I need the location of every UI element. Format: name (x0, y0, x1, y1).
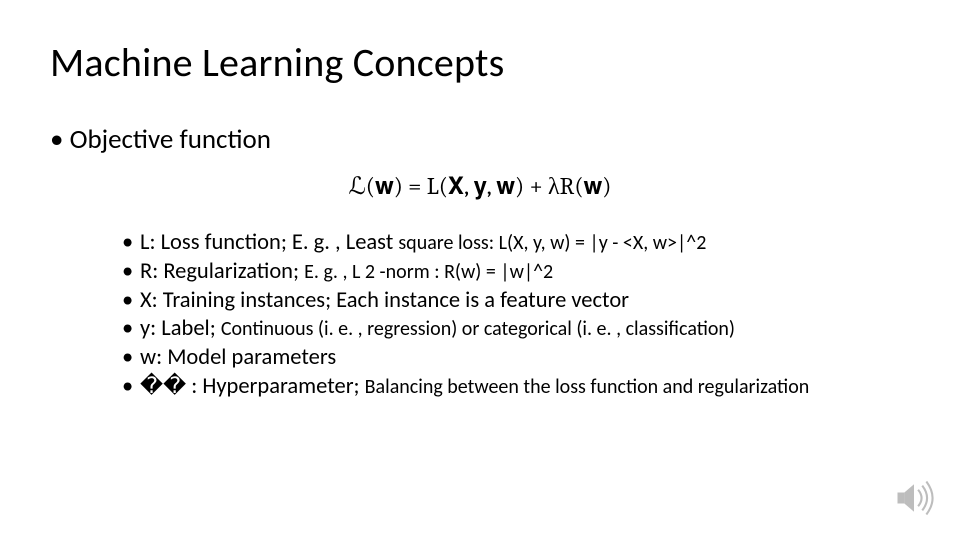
item-lead: w: Model parameters (140, 344, 336, 371)
list-item: R: Regularization; E. g. , L 2 -norm : R… (122, 258, 910, 287)
objective-formula: ℒ(𝐰) = L(𝐗, 𝐲, 𝐰) + λR(𝐰) (50, 172, 910, 201)
list-item: w: Model parameters (122, 344, 910, 373)
item-mid: Continuous (i. e. , regression) or categ… (221, 317, 735, 341)
item-lead: �� : Hyperparameter; (140, 373, 365, 400)
list-item: y: Label; Continuous (i. e. , regression… (122, 315, 910, 344)
item-small: square loss: L(X, y, w) = |y - <X, w>|^2 (398, 231, 706, 255)
item-lead: L: Loss function; (140, 229, 287, 256)
item-lead: X: Training instances; Each instance is … (140, 287, 629, 314)
item-lead: R: Regularization; (140, 258, 304, 285)
item-mid: E. g. , Least (287, 229, 399, 256)
list-item: L: Loss function; E. g. , Least square l… (122, 229, 910, 258)
item-lead: y: Label; (140, 315, 221, 342)
list-item: �� : Hyperparameter; Balancing between t… (122, 373, 910, 402)
item-mid: Balancing between the loss function and … (365, 375, 810, 399)
definitions-list: L: Loss function; E. g. , Least square l… (122, 229, 910, 402)
list-item: X: Training instances; Each instance is … (122, 287, 910, 316)
speaker-icon[interactable] (892, 476, 936, 520)
slide-title: Machine Learning Concepts (50, 38, 910, 87)
item-mid: E. g. , L 2 -norm : R(w) = |w|^2 (304, 260, 553, 284)
slide: Machine Learning Concepts Objective func… (0, 0, 960, 540)
main-bullet: Objective function (50, 123, 910, 156)
